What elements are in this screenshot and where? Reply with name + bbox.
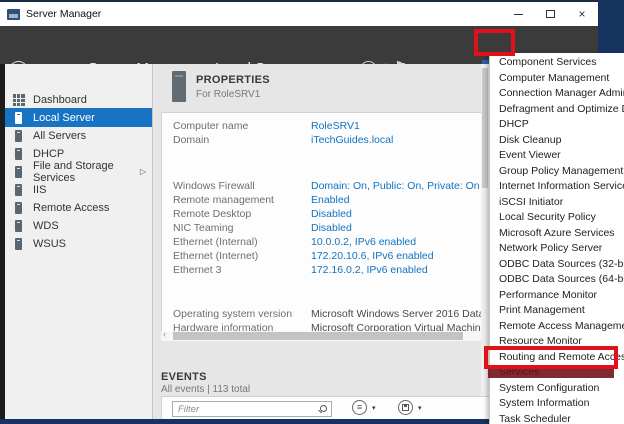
search-icon — [320, 405, 327, 412]
menu-item-connection-manager[interactable]: Connection Manager Administration Kit — [490, 86, 624, 102]
menu-item-local-security-policy[interactable]: Local Security Policy — [490, 210, 624, 226]
property-row: DomainiTechGuides.local — [173, 134, 393, 146]
property-row: Computer nameRoleSRV1 — [173, 120, 360, 132]
menu-item-system-information[interactable]: System Information — [490, 396, 624, 412]
desktop: Server Manager × ← → ▾ Server Manager▸Lo… — [0, 0, 624, 424]
file-storage-icon — [15, 166, 22, 178]
menu-item-remote-access-management[interactable]: Remote Access Management — [490, 319, 624, 335]
sidebar-item-remote-access[interactable]: Remote Access — [5, 198, 152, 217]
properties-title: PROPERTIES — [196, 74, 270, 86]
menu-item-odbc-32[interactable]: ODBC Data Sources (32-bit) — [490, 257, 624, 273]
sidebar: Dashboard Local Server All Servers DHCP … — [5, 64, 153, 419]
save-query-button[interactable] — [398, 400, 413, 415]
scroll-left-icon[interactable]: ‹ — [163, 329, 166, 339]
menu-item-iscsi-initiator[interactable]: iSCSI Initiator — [490, 195, 624, 211]
property-row: Remote DesktopDisabled — [173, 208, 352, 220]
menu-item-network-policy-server[interactable]: Network Policy Server — [490, 241, 624, 257]
menu-item-component-services[interactable]: Component Services — [490, 55, 624, 71]
sidebar-item-wds[interactable]: WDS — [5, 216, 152, 235]
property-row: Windows FirewallDomain: On, Public: On, … — [173, 180, 480, 192]
save-caret-icon[interactable]: ▾ — [418, 404, 422, 412]
property-row: NIC TeamingDisabled — [173, 222, 352, 234]
menu-item-event-viewer[interactable]: Event Viewer — [490, 148, 624, 164]
minimize-button[interactable] — [502, 2, 534, 26]
menu-item-azure-services[interactable]: Microsoft Azure Services — [490, 226, 624, 242]
iis-icon — [15, 184, 22, 196]
events-subtitle: All events | 113 total — [161, 384, 250, 395]
wds-icon — [15, 220, 22, 232]
queries-caret-icon[interactable]: ▾ — [372, 404, 376, 412]
menu-item-odbc-64[interactable]: ODBC Data Sources (64-bit) — [490, 272, 624, 288]
window-title: Server Manager — [26, 8, 101, 20]
queries-menu-button[interactable]: ≡ — [352, 400, 367, 415]
menu-item-iis-manager[interactable]: Internet Information Services (IIS) Mana… — [490, 179, 624, 195]
highlight-box-routing — [484, 346, 618, 369]
sidebar-item-iis[interactable]: IIS — [5, 180, 152, 199]
sidebar-item-local-server[interactable]: Local Server — [5, 108, 152, 127]
menu-item-print-management[interactable]: Print Management — [490, 303, 624, 319]
menu-item-defragment[interactable]: Defragment and Optimize Drives — [490, 102, 624, 118]
sidebar-item-all-servers[interactable]: All Servers — [5, 126, 152, 145]
filter-input[interactable] — [173, 402, 331, 416]
scrollbar-thumb[interactable] — [482, 68, 488, 188]
local-server-icon — [15, 112, 22, 124]
minimize-icon — [514, 14, 523, 15]
maximize-button[interactable] — [534, 2, 566, 26]
menu-item-computer-management[interactable]: Computer Management — [490, 71, 624, 87]
property-row: Ethernet 3172.16.0.2, IPv6 enabled — [173, 264, 428, 276]
menu-item-system-configuration[interactable]: System Configuration — [490, 381, 624, 397]
menu-item-disk-cleanup[interactable]: Disk Cleanup — [490, 133, 624, 149]
highlight-box-tools — [474, 29, 515, 56]
close-button[interactable]: × — [566, 2, 598, 26]
property-row: Remote managementEnabled — [173, 194, 350, 206]
menu-item-group-policy[interactable]: Group Policy Management — [490, 164, 624, 180]
properties-subtitle: For RoleSRV1 — [196, 89, 260, 100]
save-icon — [402, 404, 409, 411]
dashboard-icon — [13, 94, 25, 106]
menu-item-dhcp[interactable]: DHCP — [490, 117, 624, 133]
events-title: EVENTS — [161, 371, 207, 383]
sidebar-item-wsus[interactable]: WSUS — [5, 234, 152, 253]
highlight-box-shadow — [488, 369, 614, 378]
menu-lines-icon: ≡ — [357, 403, 362, 412]
title-bar: Server Manager × — [0, 0, 598, 26]
menu-item-task-scheduler[interactable]: Task Scheduler — [490, 412, 624, 424]
menu-item-performance-monitor[interactable]: Performance Monitor — [490, 288, 624, 304]
close-icon: × — [578, 8, 585, 20]
server-manager-icon — [7, 9, 20, 20]
sidebar-item-dashboard[interactable]: Dashboard — [5, 90, 152, 109]
sidebar-item-file-storage[interactable]: File and Storage Services ▷ — [5, 162, 152, 181]
dhcp-icon — [15, 148, 22, 160]
properties-tile-icon — [172, 71, 186, 102]
expand-arrow-icon[interactable]: ▷ — [140, 167, 146, 176]
property-row: Ethernet (Internal)10.0.0.2, IPv6 enable… — [173, 236, 416, 248]
wsus-icon — [15, 238, 22, 250]
maximize-icon — [546, 10, 555, 18]
all-servers-icon — [15, 130, 22, 142]
scrollbar-thumb[interactable] — [173, 332, 463, 340]
property-row: Ethernet (Internet)172.20.10.6, IPv6 ena… — [173, 250, 434, 262]
events-filter — [172, 401, 332, 417]
horizontal-scrollbar[interactable]: ‹ — [161, 331, 489, 341]
remote-access-icon — [15, 202, 22, 214]
